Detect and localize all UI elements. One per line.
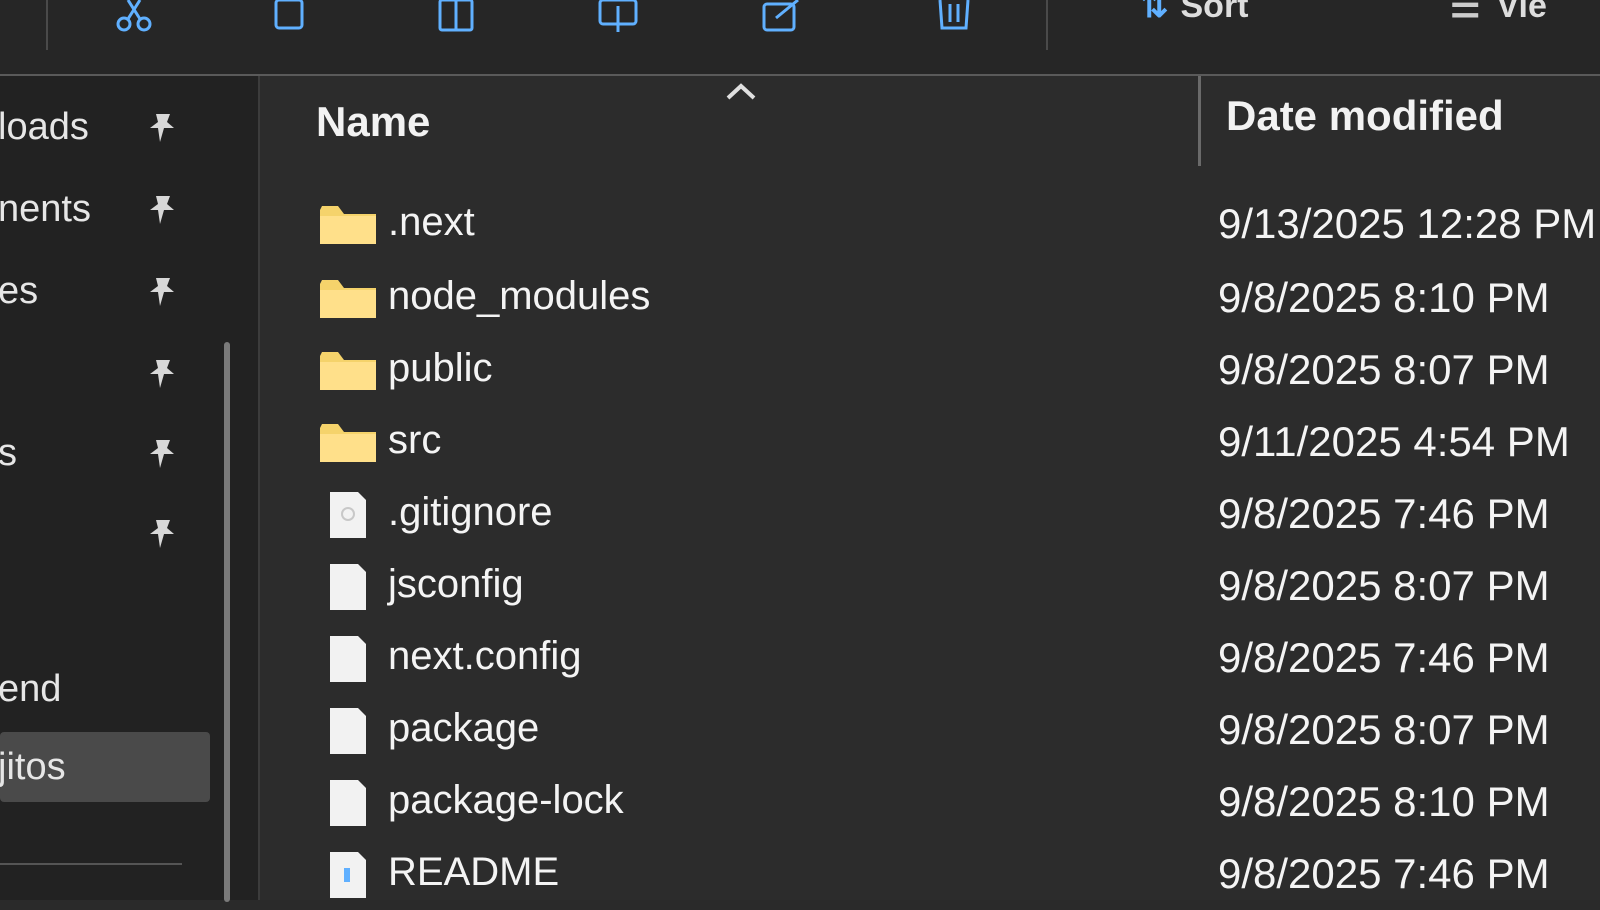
column-header-date-modified[interactable]: Date modified — [1226, 92, 1504, 140]
file-name: jsconfig — [388, 562, 524, 606]
file-row[interactable]: node_modules 9/8/2025 8:10 PM — [260, 264, 1600, 334]
copy-icon[interactable] — [272, 0, 312, 34]
file-date: 9/11/2025 4:54 PM — [1218, 418, 1570, 465]
nav-item-downloads[interactable]: loads — [0, 92, 210, 162]
nav-item-music[interactable] — [0, 338, 210, 408]
file-row[interactable]: src 9/11/2025 4:54 PM — [260, 408, 1600, 478]
file-name: .next — [388, 200, 475, 244]
file-icon — [330, 780, 366, 826]
rename-icon[interactable] — [598, 0, 638, 34]
file-name: package-lock — [388, 778, 624, 822]
file-date: 9/8/2025 7:46 PM — [1218, 850, 1550, 897]
file-date: 9/8/2025 7:46 PM — [1218, 490, 1550, 537]
file-date: 9/8/2025 8:10 PM — [1218, 778, 1550, 825]
nav-item-label: end — [0, 667, 62, 710]
folder-icon — [320, 280, 376, 318]
file-icon — [330, 564, 366, 610]
view-icon: ☰ — [1450, 0, 1481, 25]
nav-item-label: es — [0, 269, 39, 312]
file-icon — [330, 708, 366, 754]
file-name: README — [388, 850, 560, 894]
paste-icon[interactable] — [436, 0, 476, 34]
file-name: src — [388, 418, 442, 462]
folder-icon — [320, 352, 376, 390]
file-name: .gitignore — [388, 490, 553, 534]
pin-icon — [150, 520, 174, 548]
column-divider[interactable] — [1198, 76, 1201, 166]
file-date: 9/8/2025 7:46 PM — [1218, 634, 1550, 681]
pin-icon — [150, 196, 174, 224]
sort-icon: ⇅ — [1140, 0, 1169, 25]
nav-item-label: loads — [0, 105, 89, 148]
pin-icon — [150, 278, 174, 306]
file-name: node_modules — [388, 274, 651, 318]
folder-icon — [320, 206, 376, 244]
view-button[interactable]: ☰ Vie — [1450, 0, 1547, 26]
pin-icon — [150, 440, 174, 468]
nav-item-backend[interactable]: end — [0, 654, 210, 724]
file-row[interactable]: public 9/8/2025 8:07 PM — [260, 336, 1600, 406]
file-row[interactable]: .gitignore 9/8/2025 7:46 PM — [260, 480, 1600, 550]
delete-icon[interactable] — [934, 0, 974, 34]
nav-item-pictures[interactable]: es — [0, 256, 210, 326]
nav-item-documents[interactable]: nents — [0, 174, 210, 244]
folder-icon — [320, 424, 376, 462]
nav-item-label: nents — [0, 187, 91, 230]
command-bar: ⇅ Sort ☰ Vie — [0, 0, 1600, 76]
sort-ascending-icon — [726, 83, 756, 100]
column-header-name[interactable]: Name — [316, 98, 430, 146]
gitignore-file-icon — [330, 492, 366, 538]
file-date: 9/13/2025 12:28 PM — [1218, 200, 1597, 247]
nav-item-label: s — [0, 431, 17, 474]
share-icon[interactable] — [762, 0, 802, 34]
file-list: Name Date modified .next 9/13/2025 12:28… — [260, 76, 1600, 900]
file-row[interactable]: package-lock 9/8/2025 8:10 PM — [260, 768, 1600, 838]
sort-button[interactable]: ⇅ Sort — [1140, 0, 1249, 26]
file-date: 9/8/2025 8:10 PM — [1218, 274, 1550, 321]
file-name: next.config — [388, 634, 582, 678]
nav-item-label: jitos — [0, 745, 66, 788]
file-date: 9/8/2025 8:07 PM — [1218, 346, 1550, 393]
pin-icon — [150, 360, 174, 388]
nav-item-selected-folder[interactable]: jitos — [0, 732, 210, 802]
file-row[interactable]: package 9/8/2025 8:07 PM — [260, 696, 1600, 766]
toolbar-separator — [1046, 0, 1048, 50]
nav-item-videos[interactable]: s — [0, 418, 210, 488]
navigation-pane: loads nents es s end jitos — [0, 76, 260, 902]
view-label: Vie — [1496, 0, 1547, 25]
sidebar-scrollbar[interactable] — [224, 342, 230, 902]
file-name: package — [388, 706, 540, 750]
pin-icon — [150, 114, 174, 142]
file-row[interactable]: .next 9/13/2025 12:28 PM — [260, 190, 1600, 260]
sort-label: Sort — [1180, 0, 1249, 25]
file-row[interactable]: next.config 9/8/2025 7:46 PM — [260, 624, 1600, 694]
file-icon — [330, 636, 366, 682]
nav-item-pinned-folder[interactable] — [0, 498, 210, 568]
file-row[interactable]: jsconfig 9/8/2025 8:07 PM — [260, 552, 1600, 622]
file-name: public — [388, 346, 493, 390]
cut-icon[interactable] — [114, 0, 154, 34]
sidebar-divider — [0, 863, 182, 865]
toolbar-separator — [46, 0, 48, 50]
file-date: 9/8/2025 8:07 PM — [1218, 562, 1550, 609]
markdown-file-icon — [330, 852, 366, 898]
file-date: 9/8/2025 8:07 PM — [1218, 706, 1550, 753]
